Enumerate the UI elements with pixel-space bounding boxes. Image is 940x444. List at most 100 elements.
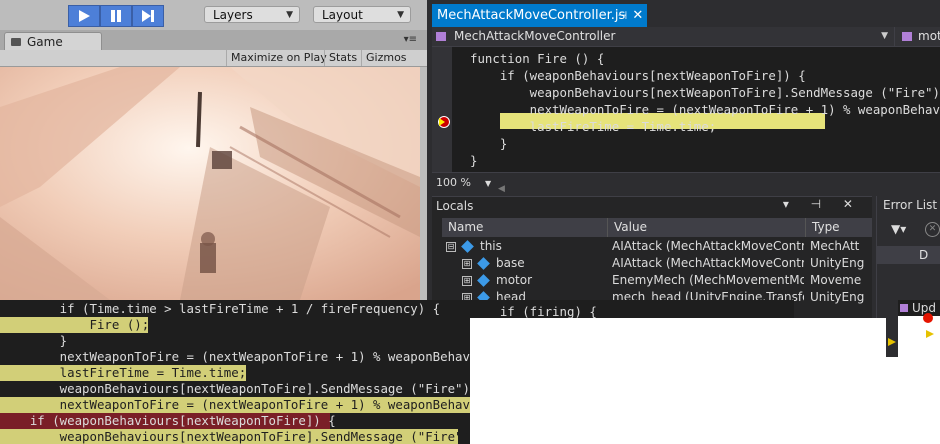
unity-toolbar: Layers ▼ Layout ▼ [0,0,427,31]
column-d[interactable]: D [919,246,928,264]
document-tab-label: MechAttackMoveController.js [437,8,626,23]
game-view-scroll-edge [420,67,427,300]
code-fragment: if (firing) { [470,300,794,318]
member-icon [902,32,912,41]
member-fragment-label: Upd [912,301,937,315]
code-line-error: if (weaponBehaviours[nextWeaponToFire]) … [0,413,336,429]
expand-icon[interactable]: ⊞ [462,276,472,286]
layers-dropdown[interactable]: Layers ▼ [204,6,300,23]
document-tab-bar: MechAttackMoveController.js ⊣ ✕ [432,0,940,29]
stats-label: Stats [329,51,358,64]
chevron-down-icon: ▼ [881,31,888,41]
chevron-down-icon: ▼ [484,179,492,188]
table-row[interactable]: ⊞ motor EnemyMech (MechMovementMotor Mov… [442,272,872,289]
member-dropdown[interactable]: mot [898,27,940,46]
game-scene-image [0,67,420,300]
code-line: } [470,136,508,151]
code-line: if (Time.time > lastFireTime + 1 / fireF… [0,301,441,316]
class-dropdown[interactable]: MechAttackMoveController ▼ [432,27,895,46]
layout-label: Layout [322,8,363,22]
code-line-highlighted: weaponBehaviours[nextWeaponToFire].SendM… [0,429,470,444]
table-row[interactable]: ⊟ this AIAttack (MechAttackMoveControlle… [442,238,872,255]
object-icon [477,274,490,287]
tab-game[interactable]: Game [4,32,102,51]
code-line: weaponBehaviours[nextWeaponToFire].SendM… [0,381,470,396]
game-view-bar: Maximize on Play Stats Gizmos [0,50,427,67]
local-name: this [480,239,502,253]
tab-game-label: Game [27,35,63,49]
code-line: if (weaponBehaviours[nextWeaponToFire]) … [470,68,806,83]
navigation-bar: MechAttackMoveController ▼ mot [432,27,940,47]
column-type[interactable]: Type [806,218,872,237]
local-type: UnityEng [810,290,865,304]
gizmos-label: Gizmos [366,51,407,64]
document-tab[interactable]: MechAttackMoveController.js ⊣ ✕ [432,4,648,27]
execution-pointer-icon [926,330,934,338]
layout-dropdown[interactable]: Layout ▼ [313,6,411,23]
clear-icon[interactable]: ✕ [925,222,940,237]
visual-studio-window: MechAttackMoveController.js ⊣ ✕ MechAtta… [432,0,940,318]
chevron-down-icon: ▼ [286,10,293,20]
game-viewport[interactable] [0,67,420,300]
local-value: AIAttack (MechAttackMoveControlle [612,256,804,270]
play-button[interactable] [68,5,100,27]
step-button[interactable] [132,5,164,27]
collapse-icon[interactable]: ⊟ [446,242,456,252]
error-list-header: D [877,246,940,264]
member-fragment: Upd [898,300,940,316]
object-icon [461,240,474,253]
stats-toggle[interactable]: Stats [324,50,361,66]
tab-menu-icon[interactable]: ▾≡ [404,34,417,45]
local-type: MechAtt [810,239,860,253]
object-icon [477,257,490,270]
code-line-highlighted: lastFireTime = Time.time; [0,365,247,381]
code-line: } [470,153,478,168]
code-line: weaponBehaviours[nextWeaponToFire].SendM… [470,85,940,100]
code-snippets-strip: if (Time.time > lastFireTime + 1 / fireF… [0,300,470,444]
expand-icon[interactable]: ⊞ [462,259,472,269]
code-editor[interactable]: function Fire () { if (weaponBehaviours[… [432,47,940,172]
execution-pointer-icon [888,338,896,346]
unity-editor: Layers ▼ Layout ▼ Game ▾≡ Maximize on Pl… [0,0,427,300]
code-line: nextWeaponToFire = (nextWeaponToFire + 1… [0,349,470,364]
execution-pointer-icon [439,118,445,126]
code-line: function Fire () { [470,51,605,66]
locals-title: Locals [436,199,474,213]
local-value: AIAttack (MechAttackMoveControlle [612,239,804,253]
panel-controls[interactable]: ▾ ⊣ ✕ [783,197,862,211]
close-icon[interactable]: ✕ [632,4,643,27]
locals-header: Name Value Type [442,218,872,237]
step-icon [142,10,154,22]
column-value[interactable]: Value [608,218,806,237]
pause-button[interactable] [100,5,132,27]
local-type: Moveme [810,273,862,287]
gizmos-dropdown[interactable]: Gizmos [361,50,411,66]
zoom-label: 100 % [436,176,471,189]
pause-icon [111,10,121,22]
code-fragment-text: if (firing) { [499,304,597,318]
code-line: nextWeaponToFire = (nextWeaponToFire + 1… [470,102,940,117]
method-icon [900,304,908,312]
breakpoint-icon[interactable] [923,313,933,323]
local-name: base [496,256,525,270]
layers-label: Layers [213,8,253,22]
margin-fragment [886,300,898,357]
class-dropdown-label: MechAttackMoveController [454,29,616,43]
game-icon [11,38,21,46]
filter-icon[interactable]: ▼▾ [891,222,906,236]
code-line: } [0,333,68,348]
column-name[interactable]: Name [442,218,608,237]
editor-status-bar: 100 % ▼ ◀ [432,172,940,194]
code-line-highlighted: Fire (); [0,317,150,333]
local-value: EnemyMech (MechMovementMotor [612,273,804,287]
local-name: motor [496,273,533,287]
chevron-down-icon: ▼ [397,10,404,20]
blank-panel [470,318,886,444]
pin-icon[interactable]: ⊣ [618,4,628,27]
table-row[interactable]: ⊞ base AIAttack (MechAttackMoveControlle… [442,255,872,272]
maximize-on-play-toggle[interactable]: Maximize on Play [226,50,331,66]
zoom-dropdown[interactable]: 100 % ▼ [436,173,491,194]
error-list-title: Error List [883,198,938,212]
local-type: UnityEng [810,256,865,270]
breakpoint-margin[interactable] [432,47,452,172]
